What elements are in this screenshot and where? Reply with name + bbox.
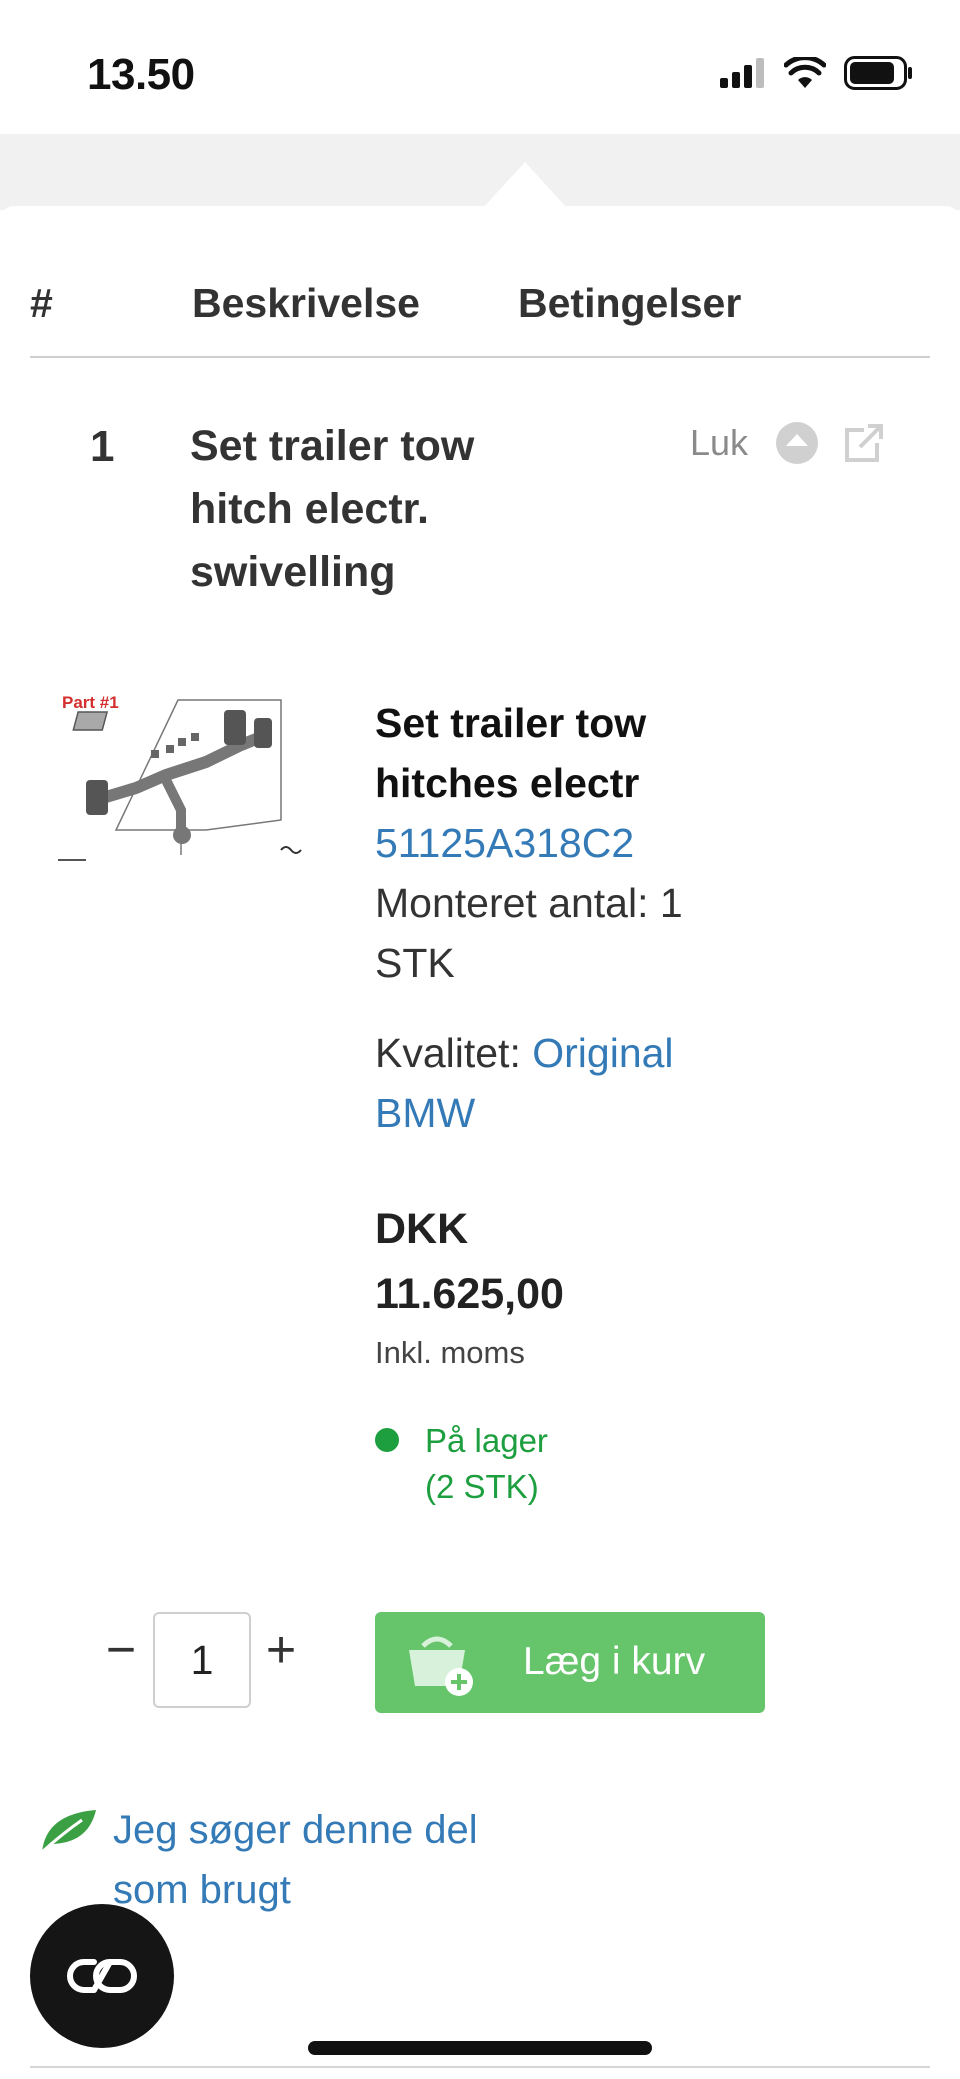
header-description: Beskrivelse <box>192 280 420 326</box>
add-to-cart-button[interactable]: Læg i kurv <box>375 1612 765 1713</box>
quantity-increase-button[interactable]: + <box>256 1624 306 1678</box>
home-indicator <box>308 2041 652 2055</box>
quantity-input[interactable] <box>153 1612 251 1708</box>
wifi-icon <box>784 57 826 88</box>
row-title: Set trailer tow hitch electr. swivelling <box>190 422 475 596</box>
add-to-cart-label: Læg i kurv <box>523 1640 706 1683</box>
price-currency: DKK <box>375 1205 469 1253</box>
header-band <box>0 134 960 210</box>
co-logo-icon <box>67 1959 137 1993</box>
leaf-icon <box>40 1810 96 1854</box>
search-used-part-link[interactable]: Jeg søger denne del som brugt <box>113 1800 533 1920</box>
collapse-up-icon[interactable] <box>776 422 819 464</box>
close-label[interactable]: Luk <box>690 422 748 464</box>
stock-status: På lager (2 STK) <box>425 1422 548 1505</box>
status-bar: 13.50 <box>0 0 960 134</box>
chat-floating-button[interactable] <box>30 1904 174 2048</box>
status-icons <box>720 56 914 90</box>
header-conditions: Betingelser <box>518 280 742 326</box>
product-name: Set trailer tow hitches electr <box>375 700 647 806</box>
bottom-divider <box>30 2066 930 2068</box>
row-actions: Luk <box>690 422 884 464</box>
battery-icon <box>844 56 912 90</box>
status-time: 13.50 <box>87 50 195 99</box>
external-link-icon[interactable] <box>844 423 884 463</box>
quantity-decrease-button[interactable]: − <box>96 1624 146 1678</box>
part-label: Part #1 <box>62 693 119 712</box>
price-value: 11.625,00 <box>375 1270 564 1318</box>
mounted-quantity: Monteret antal: 1 STK <box>375 880 683 986</box>
cellular-signal-icon <box>720 58 764 88</box>
quality-label: Kvalitet: <box>375 1030 521 1076</box>
table-header: # Beskrivelse Betingelser <box>30 270 930 358</box>
row-number: 1 <box>90 422 115 471</box>
price-note: Inkl. moms <box>375 1335 525 1370</box>
sheet-pointer <box>483 162 567 208</box>
product-image[interactable]: Part #1 <box>56 690 306 865</box>
header-number: # <box>30 280 53 326</box>
basket-add-icon <box>409 1636 473 1696</box>
part-number-link[interactable]: 51125A318C2 <box>375 813 634 873</box>
quality: Kvalitet: Original BMW <box>375 1023 705 1143</box>
stock-status-dot <box>375 1428 399 1452</box>
